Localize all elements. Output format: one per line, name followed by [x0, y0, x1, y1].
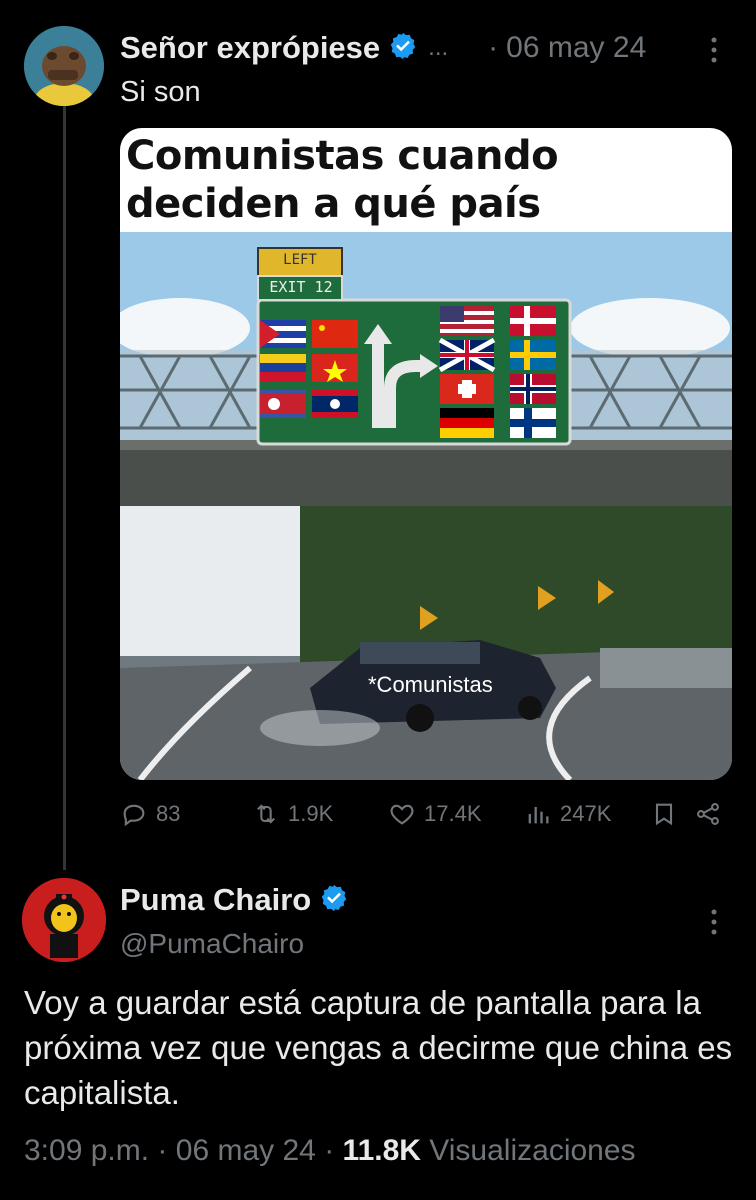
- car-label: *Comunistas: [368, 672, 493, 697]
- reply-date[interactable]: 06 may 24: [176, 1134, 316, 1167]
- reply-text: Voy a guardar está captura de pantalla p…: [24, 984, 733, 1111]
- share-icon: [697, 803, 719, 825]
- tweet-date[interactable]: 06 may 24: [506, 31, 646, 65]
- views-count: 247K: [560, 801, 612, 826]
- reply-views-label: Visualizaciones: [429, 1134, 636, 1167]
- reply-icon: [123, 804, 145, 827]
- reply-author-name[interactable]: Puma Chairo: [120, 882, 311, 918]
- retweet-icon: [257, 804, 275, 824]
- author-name[interactable]: Señor exprópiese: [120, 30, 380, 66]
- like-count: 17.4K: [424, 801, 482, 826]
- reply-footer: 3:09 p.m. · 06 may 24 · 11.8K Visualizac…: [24, 1134, 636, 1168]
- tweet-actions: 83 1.9K 17.4K 247K: [120, 800, 732, 840]
- reply-handle[interactable]: @PumaChairo: [120, 928, 304, 960]
- verified-badge-icon: [388, 31, 418, 66]
- verified-badge-icon: [319, 883, 349, 918]
- like-button[interactable]: 17.4K: [388, 800, 482, 828]
- reply-button[interactable]: 83: [120, 800, 180, 828]
- bookmark-icon: [655, 803, 673, 826]
- views-button[interactable]: 247K: [524, 800, 611, 828]
- footer-separator: ·: [324, 1134, 335, 1167]
- sign-left-label: LEFT: [283, 252, 317, 268]
- retweet-button[interactable]: 1.9K: [252, 800, 333, 828]
- bookmark-button[interactable]: [650, 800, 678, 828]
- thread-line: [63, 100, 66, 870]
- avatar[interactable]: [24, 26, 104, 106]
- more-options-icon[interactable]: [708, 34, 720, 66]
- name-ellipsis: ...: [428, 34, 449, 61]
- avatar[interactable]: [22, 878, 106, 962]
- sign-exit-label: EXIT 12: [269, 278, 333, 296]
- date-separator: ·: [488, 31, 499, 64]
- views-icon: [528, 807, 549, 824]
- tweet-text: Si son: [120, 76, 201, 108]
- tweet-image[interactable]: Comunistas cuando deciden a qué país emi…: [120, 128, 732, 780]
- reply-count: 83: [156, 801, 181, 826]
- reply-time[interactable]: 3:09 p.m.: [24, 1134, 149, 1167]
- share-button[interactable]: [694, 800, 722, 828]
- reply-views-count: 11.8K: [342, 1134, 421, 1167]
- footer-separator: ·: [157, 1134, 168, 1167]
- retweet-count: 1.9K: [288, 801, 334, 826]
- heart-icon: [390, 804, 414, 825]
- more-options-icon[interactable]: [708, 906, 720, 938]
